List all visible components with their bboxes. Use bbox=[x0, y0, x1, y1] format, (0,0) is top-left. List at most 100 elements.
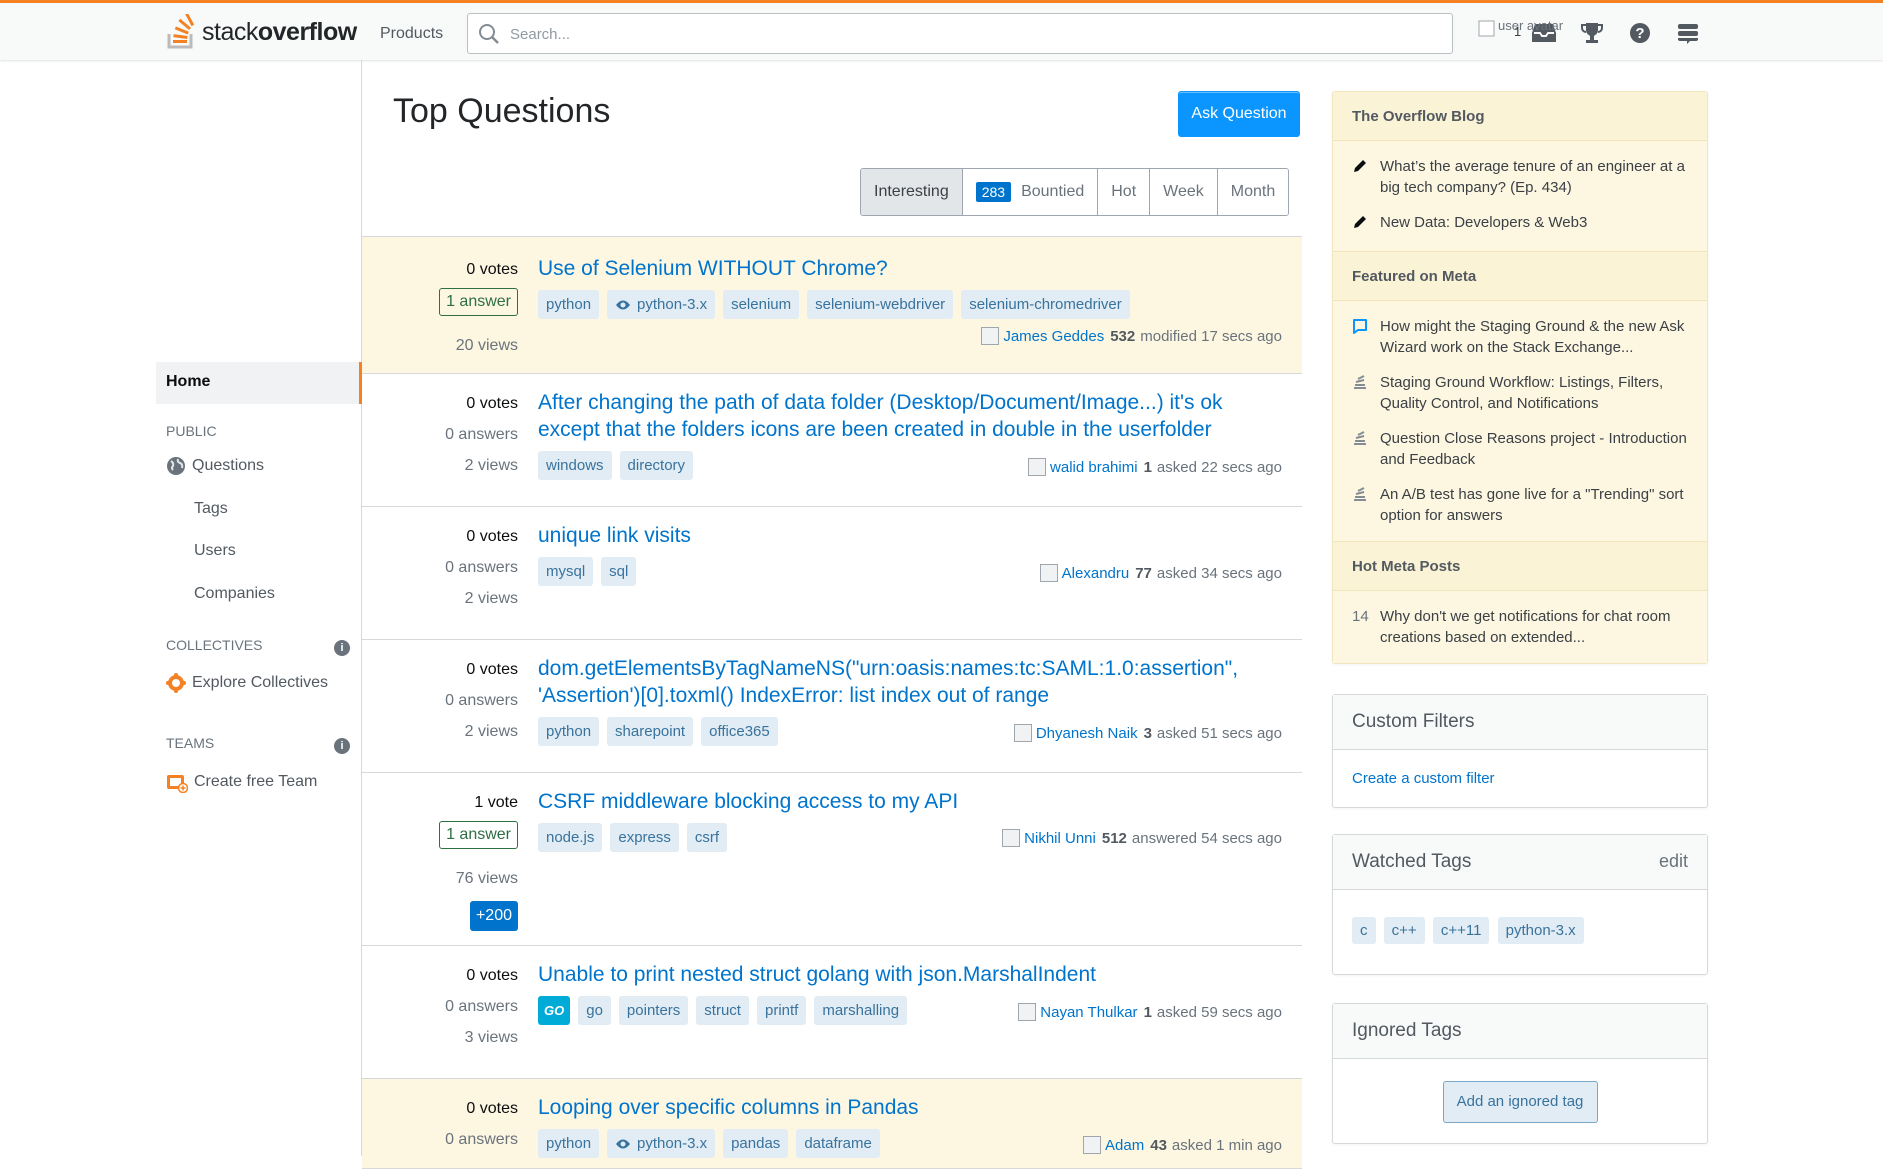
tag[interactable]: mysql bbox=[538, 557, 594, 586]
tag-watched[interactable]: python-3.x bbox=[607, 1129, 716, 1158]
meta-item-link[interactable]: Staging Ground Workflow: Listings, Filte… bbox=[1380, 372, 1688, 414]
tab-interesting[interactable]: Interesting bbox=[861, 169, 962, 215]
search-input[interactable] bbox=[508, 22, 1428, 46]
search-box[interactable] bbox=[467, 13, 1453, 54]
nav-create-team[interactable]: Create free Team bbox=[166, 771, 317, 793]
tab-bountied[interactable]: 283 Bountied bbox=[961, 169, 1098, 215]
collectives-info-icon[interactable]: i bbox=[334, 640, 350, 656]
watched-tag[interactable]: c bbox=[1352, 917, 1376, 944]
tag[interactable]: printf bbox=[756, 996, 807, 1025]
question-activity-time[interactable]: asked 51 secs ago bbox=[1157, 725, 1282, 742]
tag[interactable]: windows bbox=[538, 451, 612, 480]
question-row: 0 votes 0 answers 3 views Unable to prin… bbox=[362, 946, 1302, 1079]
site-switcher-icon[interactable] bbox=[1664, 17, 1712, 49]
user-avatar[interactable] bbox=[1039, 564, 1058, 582]
tag[interactable]: python bbox=[538, 1129, 600, 1158]
tag[interactable]: node.js bbox=[538, 823, 603, 852]
question-activity-time[interactable]: modified 17 secs ago bbox=[1140, 328, 1282, 345]
meta-item[interactable]: Staging Ground Workflow: Listings, Filte… bbox=[1352, 365, 1688, 421]
tag[interactable]: csrf bbox=[686, 823, 728, 852]
blog-item-link[interactable]: What’s the average tenure of an engineer… bbox=[1380, 156, 1688, 198]
meta-item-link[interactable]: An A/B test has gone live for a "Trendin… bbox=[1380, 484, 1688, 526]
user-link[interactable]: Nikhil Unni bbox=[1024, 830, 1096, 847]
tag[interactable]: sharepoint bbox=[607, 717, 694, 746]
achievements-icon[interactable] bbox=[1568, 17, 1616, 49]
question-stats: 0 votes 0 answers 3 views bbox=[368, 967, 518, 1060]
user-avatar[interactable] bbox=[1002, 829, 1021, 847]
question-activity-time[interactable]: asked 1 min ago bbox=[1172, 1137, 1282, 1154]
stackoverflow-logo[interactable]: stackoverflow bbox=[166, 13, 357, 51]
help-icon[interactable]: ? bbox=[1616, 17, 1664, 49]
teams-info-icon[interactable]: i bbox=[334, 738, 350, 754]
nav-tags[interactable]: Tags bbox=[194, 500, 228, 518]
meta-item[interactable]: How might the Staging Ground & the new A… bbox=[1352, 309, 1688, 365]
question-title-link[interactable]: Unable to print nested struct golang wit… bbox=[538, 961, 1288, 988]
nav-home[interactable]: Home bbox=[156, 362, 362, 404]
tag[interactable]: python bbox=[538, 717, 600, 746]
tab-hot[interactable]: Hot bbox=[1097, 169, 1150, 215]
question-activity-time[interactable]: asked 59 secs ago bbox=[1157, 1004, 1282, 1021]
question-title-link[interactable]: Use of Selenium WITHOUT Chrome? bbox=[538, 255, 1288, 282]
question-title-link[interactable]: Looping over specific columns in Pandas bbox=[538, 1094, 1288, 1121]
user-avatar[interactable] bbox=[1028, 458, 1047, 476]
question-title-link[interactable]: CSRF middleware blocking access to my AP… bbox=[538, 788, 1288, 815]
tag[interactable]: office365 bbox=[701, 717, 778, 746]
nav-users[interactable]: Users bbox=[194, 542, 236, 560]
question-activity-time[interactable]: asked 34 secs ago bbox=[1157, 565, 1282, 582]
user-link[interactable]: Nayan Thulkar bbox=[1040, 1004, 1137, 1021]
go-collective-icon[interactable]: GO bbox=[538, 996, 571, 1025]
user-link[interactable]: walid brahimi bbox=[1050, 459, 1138, 476]
user-avatar[interactable] bbox=[1018, 1003, 1037, 1021]
question-title-link[interactable]: After changing the path of data folder (… bbox=[538, 389, 1288, 443]
user-avatar[interactable] bbox=[1013, 724, 1032, 742]
meta-item[interactable]: An A/B test has gone live for a "Trendin… bbox=[1352, 477, 1688, 533]
user-link[interactable]: James Geddes bbox=[1003, 328, 1104, 345]
tab-month[interactable]: Month bbox=[1216, 169, 1289, 215]
tag[interactable]: marshalling bbox=[814, 996, 908, 1025]
tag-watched[interactable]: python-3.x bbox=[607, 290, 716, 319]
question-activity-time[interactable]: asked 22 secs ago bbox=[1157, 459, 1282, 476]
watched-tag[interactable]: c++11 bbox=[1432, 917, 1490, 944]
watched-tag[interactable]: c++ bbox=[1383, 917, 1425, 944]
tab-week[interactable]: Week bbox=[1149, 169, 1217, 215]
tag[interactable]: go bbox=[578, 996, 611, 1025]
user-avatar[interactable] bbox=[1083, 1136, 1102, 1154]
user-link[interactable]: Adam bbox=[1105, 1137, 1144, 1154]
blog-item[interactable]: New Data: Developers & Web3 bbox=[1352, 205, 1688, 243]
watched-tag[interactable]: python-3.x bbox=[1497, 917, 1584, 944]
question-activity-time[interactable]: answered 54 secs ago bbox=[1132, 830, 1282, 847]
hot-meta-link[interactable]: Why don't we get notifications for chat … bbox=[1380, 606, 1688, 648]
nav-explore-collectives[interactable]: Explore Collectives bbox=[166, 673, 328, 693]
hot-meta-item[interactable]: 14 Why don't we get notifications for ch… bbox=[1352, 599, 1688, 655]
meta-item[interactable]: Question Close Reasons project - Introdu… bbox=[1352, 421, 1688, 477]
avatar[interactable]: user avatar 1 bbox=[1476, 18, 1563, 48]
tag[interactable]: directory bbox=[619, 451, 694, 480]
tag[interactable]: selenium bbox=[723, 290, 800, 319]
tag[interactable]: struct bbox=[696, 996, 749, 1025]
tag[interactable]: python bbox=[538, 290, 600, 319]
products-menu[interactable]: Products bbox=[368, 17, 455, 51]
watched-tags-edit-link[interactable]: edit bbox=[1659, 851, 1688, 873]
ask-question-button[interactable]: Ask Question bbox=[1178, 91, 1300, 137]
tag[interactable]: selenium-chromedriver bbox=[961, 290, 1130, 319]
nav-questions-label: Questions bbox=[192, 457, 265, 474]
user-link[interactable]: Alexandru bbox=[1062, 565, 1130, 582]
question-title-link[interactable]: unique link visits bbox=[538, 522, 1288, 549]
question-title-link[interactable]: dom.getElementsByTagNameNS("urn:oasis:na… bbox=[538, 655, 1288, 709]
tag[interactable]: pandas bbox=[723, 1129, 789, 1158]
user-avatar[interactable] bbox=[981, 327, 1000, 345]
blog-item[interactable]: What’s the average tenure of an engineer… bbox=[1352, 149, 1688, 205]
nav-questions[interactable]: Questions bbox=[166, 456, 264, 476]
meta-item-link[interactable]: Question Close Reasons project - Introdu… bbox=[1380, 428, 1688, 470]
user-link[interactable]: Dhyanesh Naik bbox=[1036, 725, 1138, 742]
blog-item-link[interactable]: New Data: Developers & Web3 bbox=[1380, 212, 1587, 236]
tag[interactable]: pointers bbox=[618, 996, 689, 1025]
tag[interactable]: express bbox=[610, 823, 679, 852]
nav-companies[interactable]: Companies bbox=[194, 585, 275, 603]
tag[interactable]: dataframe bbox=[796, 1129, 880, 1158]
add-ignored-tag-button[interactable]: Add an ignored tag bbox=[1442, 1081, 1598, 1123]
meta-item-link[interactable]: How might the Staging Ground & the new A… bbox=[1380, 316, 1688, 358]
tag[interactable]: selenium-webdriver bbox=[807, 290, 954, 319]
tag[interactable]: sql bbox=[601, 557, 637, 586]
create-custom-filter-link[interactable]: Create a custom filter bbox=[1352, 770, 1495, 787]
